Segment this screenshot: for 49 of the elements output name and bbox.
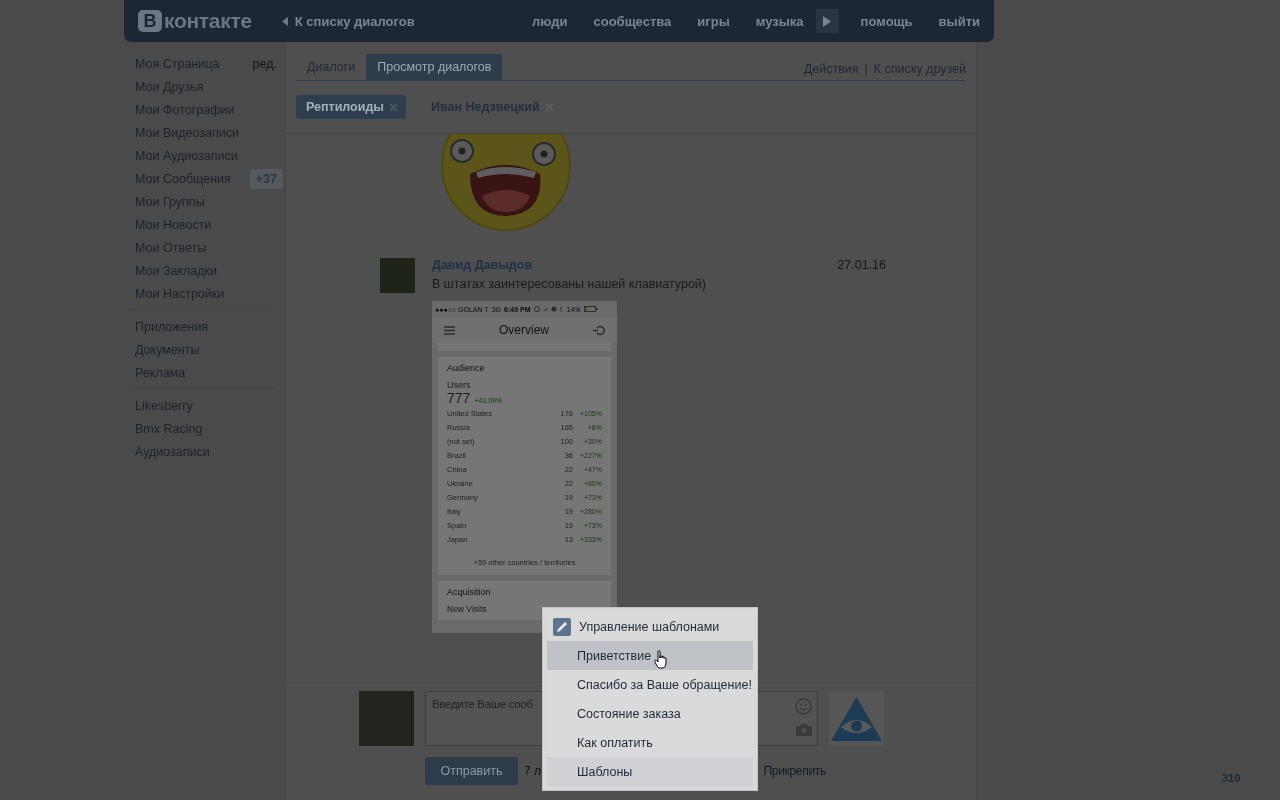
nav-link[interactable]: музыка: [755, 13, 804, 29]
menu-item-label: Состояние заказа: [577, 706, 681, 721]
camera-icon[interactable]: [795, 723, 812, 736]
logo[interactable]: В контакте: [138, 9, 252, 33]
screen-title: Overview: [499, 323, 549, 337]
message-date: 27.01.16: [837, 258, 886, 272]
manage-templates-item[interactable]: Управление шаблонами: [547, 612, 753, 641]
menu-item-label: Спасибо за Ваше обращение!: [577, 677, 752, 692]
nav-link[interactable]: сообщества: [593, 13, 672, 29]
chat-tab-label: Рептилоиды: [306, 100, 385, 114]
menu-item-label: Управление шаблонами: [579, 619, 720, 634]
nav-link[interactable]: выйти: [938, 13, 980, 29]
chat-tab[interactable]: Рептилоиды: [296, 95, 407, 119]
menu-icon: [444, 325, 455, 335]
metric-value: 777: [447, 390, 471, 406]
attach-link[interactable]: Прикрепить: [763, 764, 826, 778]
template-item[interactable]: Приветствие: [547, 641, 753, 670]
avatar-photo: [380, 258, 415, 293]
logo-letter: В: [138, 10, 162, 32]
battery-icon: [583, 306, 598, 312]
template-item[interactable]: Как оплатить: [547, 728, 753, 757]
play-button[interactable]: [815, 9, 839, 33]
menu-item-label: Как оплатить: [577, 735, 653, 750]
metric-label: New Visits: [447, 604, 488, 614]
separator-text: |: [864, 62, 868, 76]
metric-label: Users: [447, 380, 472, 390]
nav-link[interactable]: люди: [532, 13, 568, 29]
refresh-icon: [593, 324, 605, 336]
hand-cursor-icon: [654, 650, 669, 669]
template-item[interactable]: Состояние заказа: [547, 699, 753, 728]
edit-link[interactable]: ред.: [252, 56, 277, 71]
nav-link[interactable]: помощь: [860, 13, 913, 29]
status-icons-drawing: [533, 306, 564, 312]
card-title: Audience: [447, 363, 486, 373]
send-button[interactable]: Отправить: [425, 757, 518, 785]
back-link[interactable]: К списку диалогов: [281, 13, 415, 29]
card-title: Acquisition: [447, 587, 492, 597]
play-icon: [823, 15, 832, 27]
template-item[interactable]: Спасибо за Ваше обращение!: [547, 670, 753, 699]
pencil-icon: [553, 617, 571, 636]
counter-text: 7 л: [524, 764, 541, 778]
menu-item-label: Приветствие: [577, 648, 652, 663]
templates-toggle[interactable]: Шаблоны: [547, 757, 753, 786]
smiley-icon[interactable]: [795, 698, 812, 715]
caret-icon: [281, 16, 288, 26]
nav-link[interactable]: игры: [697, 13, 730, 29]
tab[interactable]: Просмотр диалогов: [366, 54, 503, 80]
logo-text: контакте: [164, 9, 252, 33]
user-photo: [359, 691, 414, 746]
